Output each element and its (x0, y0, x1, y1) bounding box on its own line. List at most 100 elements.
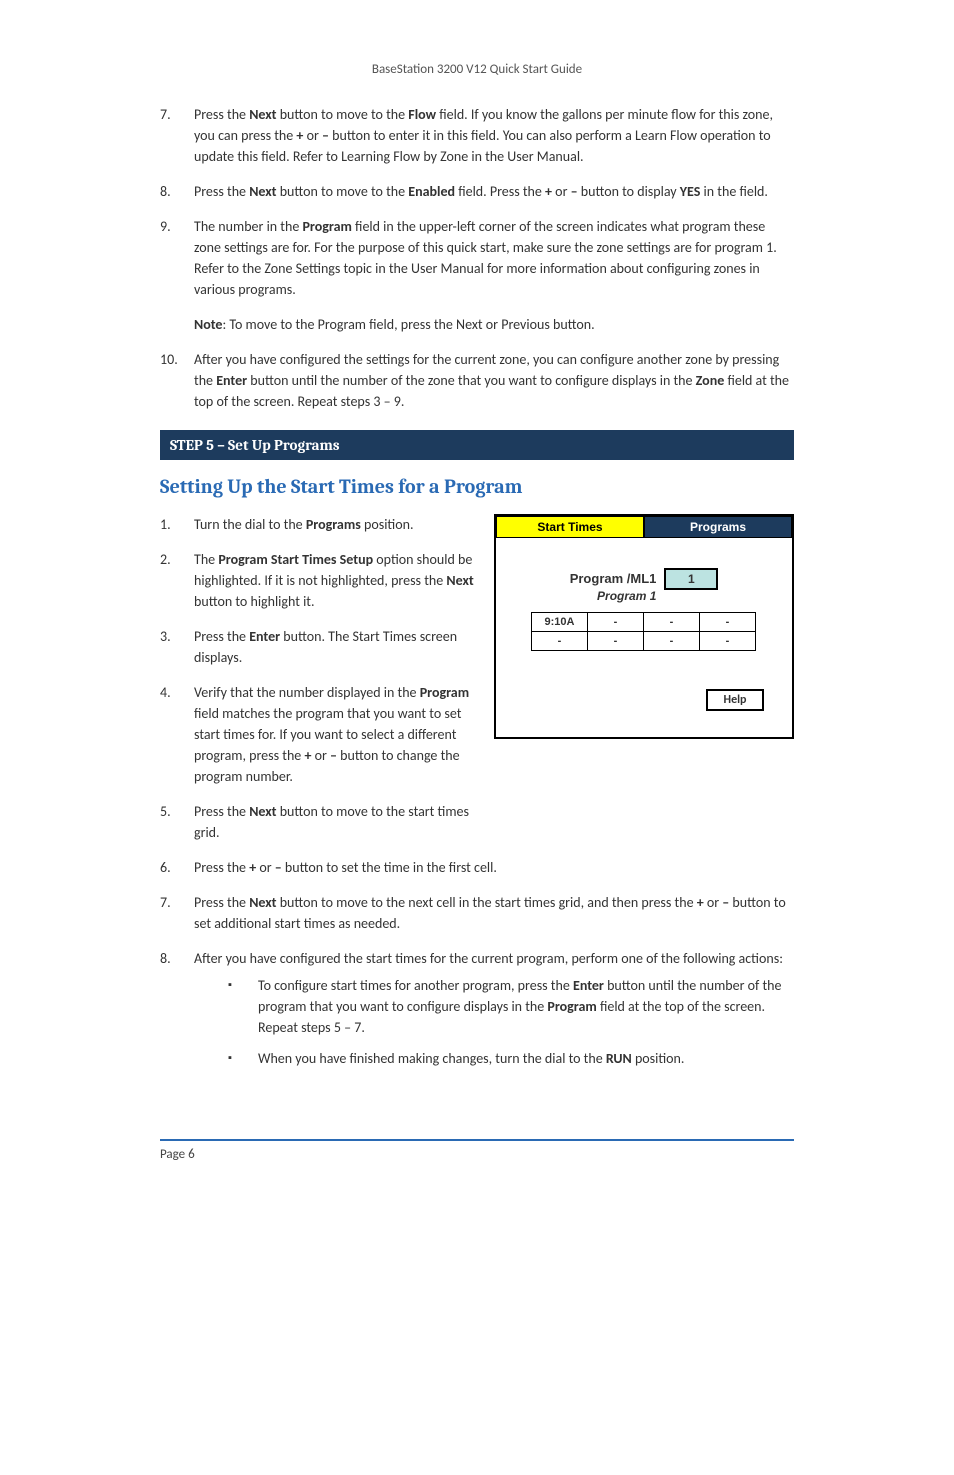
tab-programs: Programs (644, 516, 792, 538)
bold: Programs (306, 516, 361, 533)
step-number: 2. (160, 549, 194, 612)
step-number: 8. (160, 948, 194, 1079)
text: : To move to the Program field, press th… (222, 316, 594, 333)
bold: Program (547, 998, 596, 1015)
text: or (704, 894, 723, 911)
step-5-banner: STEP 5 – Set Up Programs (160, 430, 794, 461)
step-body: Press the Enter button. The Start Times … (194, 626, 484, 668)
text: Press the (194, 803, 249, 820)
step-number: 7. (160, 104, 194, 167)
text: or (552, 183, 571, 200)
bold: Next (249, 106, 276, 123)
program-sublabel: Program 1 (570, 587, 657, 605)
step-number: 5. (160, 801, 194, 843)
bold: Next (249, 894, 276, 911)
text: Press the (194, 894, 249, 911)
text: The (194, 551, 218, 568)
bold: – (275, 859, 282, 876)
bold: + (697, 894, 704, 911)
step-body: Press the Next button to move to the Flo… (194, 104, 794, 167)
text: button to move to the next cell in the s… (277, 894, 697, 911)
step-body: After you have configured the settings f… (194, 349, 794, 412)
bold: + (545, 183, 552, 200)
bold: Enter (573, 977, 604, 994)
time-cell: - (587, 631, 644, 651)
text: button to set the time in the first cell… (282, 859, 497, 876)
program-label: Program /ML1 (570, 569, 657, 589)
step-number: 9. (160, 216, 194, 300)
text: Press the (194, 183, 249, 200)
bold: Flow (408, 106, 436, 123)
text: button to move to the (277, 183, 409, 200)
time-cell: - (699, 631, 756, 651)
prog-step-4: 4. Verify that the number displayed in t… (160, 682, 484, 787)
device-screenshot-panel: Start Times Programs Program /ML1 Progra… (494, 514, 794, 739)
text: Turn the dial to the (194, 516, 306, 533)
prog-step-5: 5. Press the Next button to move to the … (160, 801, 484, 843)
step-9: 9. The number in the Program field in th… (160, 216, 794, 300)
step-number: 10. (160, 349, 194, 412)
step-body: The number in the Program field in the u… (194, 216, 794, 300)
step-body: Press the Next button to move to the sta… (194, 801, 484, 843)
time-cell: - (699, 612, 756, 632)
text: Press the (194, 859, 249, 876)
tab-start-times: Start Times (496, 516, 644, 538)
text: Press the (194, 106, 249, 123)
text: or (311, 747, 330, 764)
step-body: Press the + or – button to set the time … (194, 857, 794, 878)
time-cell: - (587, 612, 644, 632)
prog-step-2: 2. The Program Start Times Setup option … (160, 549, 484, 612)
prog-step-6: 6. Press the + or – button to set the ti… (160, 857, 794, 878)
prog-step-3: 3. Press the Enter button. The Start Tim… (160, 626, 484, 668)
prog-step-8: 8. After you have configured the start t… (160, 948, 794, 1079)
bold: RUN (606, 1050, 632, 1067)
text: position. (632, 1050, 685, 1067)
step-body: Verify that the number displayed in the … (194, 682, 484, 787)
start-times-grid: 9:10A - - - - - - - (532, 613, 756, 651)
step-body: Press the Next button to move to the Ena… (194, 181, 794, 202)
text: field. Press the (455, 183, 545, 200)
prog-step-1: 1. Turn the dial to the Programs positio… (160, 514, 484, 535)
text: in the field. (700, 183, 768, 200)
text: When you have finished making changes, t… (258, 1050, 606, 1067)
bold: Enter (249, 628, 280, 645)
text: button to highlight it. (194, 593, 315, 610)
bullet-1: To configure start times for another pro… (194, 975, 794, 1038)
step-number: 4. (160, 682, 194, 787)
bold: – (330, 747, 337, 764)
bold: Next (249, 803, 276, 820)
text: Verify that the number displayed in the (194, 684, 420, 701)
text: position. (361, 516, 414, 533)
bold: Note (194, 316, 222, 333)
prog-step-7: 7. Press the Next button to move to the … (160, 892, 794, 934)
bold: Program Start Times Setup (218, 551, 373, 568)
step-body: Press the Next button to move to the nex… (194, 892, 794, 934)
text: or (256, 859, 275, 876)
step-8: 8. Press the Next button to move to the … (160, 181, 794, 202)
time-cell: - (643, 612, 700, 632)
page-footer: Page 6 (160, 1139, 794, 1165)
step-number: 8. (160, 181, 194, 202)
bold: Enter (216, 372, 247, 389)
text: button until the number of the zone that… (247, 372, 696, 389)
text: button to move to the (277, 106, 409, 123)
text: Press the (194, 628, 249, 645)
bold: – (571, 183, 578, 200)
bold: Program (420, 684, 469, 701)
text: To configure start times for another pro… (258, 977, 573, 994)
step-number: 3. (160, 626, 194, 668)
bold: Zone (696, 372, 725, 389)
text: button to display (578, 183, 680, 200)
program-selector-row: Program /ML1 Program 1 1 (514, 568, 774, 605)
bullet-2: When you have finished making changes, t… (194, 1048, 794, 1069)
step-10: 10. After you have configured the settin… (160, 349, 794, 412)
step-body: Turn the dial to the Programs position. (194, 514, 484, 535)
text: or (303, 127, 322, 144)
step-number: 6. (160, 857, 194, 878)
step-number: 7. (160, 892, 194, 934)
bold: Program (302, 218, 351, 235)
step-number: 1. (160, 514, 194, 535)
time-cell: 9:10A (531, 612, 588, 632)
bold: – (322, 127, 329, 144)
program-number-field: 1 (664, 568, 718, 590)
